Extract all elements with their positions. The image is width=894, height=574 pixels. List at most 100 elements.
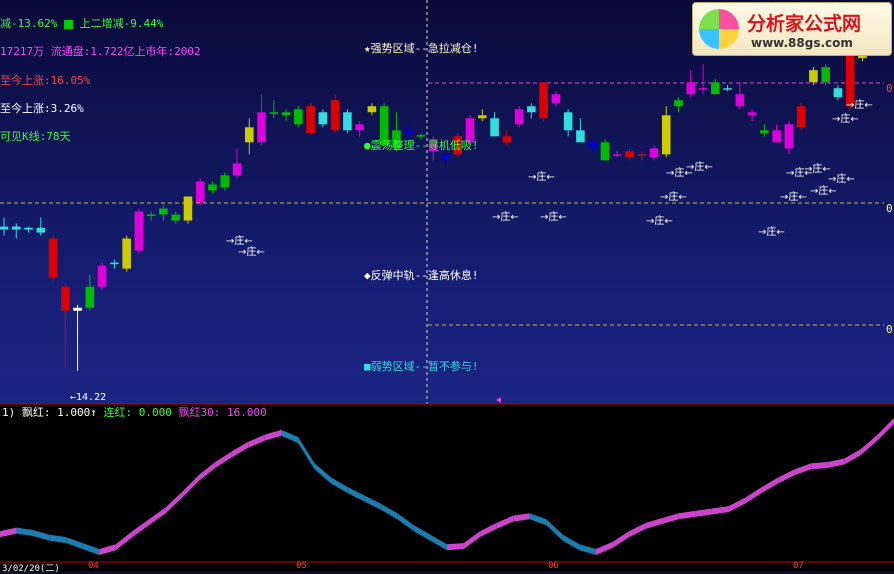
indicator-band: [397, 513, 414, 532]
zhuang-marker: →庄←: [528, 170, 555, 183]
zhuang-marker: →庄←: [686, 160, 713, 173]
indicator-band: [364, 495, 381, 510]
indicator-band: [877, 417, 894, 441]
month-label: 05: [296, 561, 307, 571]
candle-body: [563, 112, 573, 131]
candle-body: [48, 238, 58, 278]
candle-body: [698, 88, 708, 90]
candle-body: [208, 184, 217, 191]
indicator-band: [463, 531, 481, 550]
candle-body: [514, 109, 524, 125]
indicator-band: [745, 487, 762, 504]
indicator-band: [629, 522, 646, 538]
candle-body: [24, 227, 33, 230]
candle-body: [85, 286, 95, 308]
candle-body: [232, 163, 242, 176]
zhuang-marker: →庄←: [828, 172, 855, 185]
indicator-band: [347, 487, 365, 502]
zhuang-marker: →庄←: [492, 210, 519, 223]
indicator-band: [794, 463, 812, 476]
info-line-1b: 上二增减-9.44%: [64, 15, 163, 31]
indicator-band: [0, 527, 17, 538]
candle-body: [477, 115, 487, 119]
candle-body: [110, 262, 119, 265]
indicator-band: [198, 462, 216, 482]
candle-body: [146, 214, 156, 217]
site-logo: 分析家公式网 www.88gs.com: [692, 2, 892, 56]
candle-body: [134, 211, 144, 251]
zhuang-marker: →庄←: [846, 98, 873, 111]
candle-body: [318, 112, 328, 125]
indicator-band: [314, 463, 332, 484]
candle-body: [159, 208, 168, 215]
candle-body: [760, 130, 769, 134]
right-axis-label: 0: [886, 202, 893, 215]
indicator-band: [596, 541, 613, 556]
indicator-band: [480, 522, 497, 538]
candle-body: [195, 181, 205, 203]
candle-body: [61, 286, 70, 311]
candle-body: [637, 154, 647, 156]
zhuang-marker: →庄←: [238, 245, 265, 258]
indicator-band: [546, 519, 563, 541]
zhuang-marker: →庄←: [540, 210, 567, 223]
candle-body: [612, 154, 622, 156]
low-price-label: ←14.22: [70, 392, 107, 403]
candle-body: [551, 94, 561, 104]
zhuang-marker: →庄←: [832, 112, 859, 125]
indicator-band: [728, 497, 745, 513]
candle-body: [772, 130, 781, 143]
indicator-band: [612, 531, 630, 548]
indicator-band: [66, 537, 83, 550]
marker-arrow-icon: [496, 397, 501, 403]
candle-body: [343, 112, 352, 131]
candle-body: [171, 214, 180, 221]
indicator-band: [182, 475, 199, 498]
zhuang-marker: →庄←: [646, 214, 673, 227]
candle-body: [784, 124, 794, 149]
indicator-band: [16, 527, 34, 536]
indicator-band: [99, 544, 116, 556]
indicator-band: [231, 441, 249, 458]
right-axis-label: 0: [886, 323, 893, 336]
month-label: 04: [88, 561, 99, 571]
zhuang-marker: →庄←: [226, 234, 253, 247]
candle-body: [441, 154, 450, 161]
candle-body: [355, 124, 364, 131]
zhuang-marker: →庄←: [758, 225, 785, 238]
candle-body: [306, 106, 315, 134]
month-label: 07: [793, 561, 804, 571]
indicator-band: [529, 513, 547, 526]
zhuang-marker: →庄←: [804, 162, 831, 175]
zhuang-marker: →庄←: [810, 184, 837, 197]
indicator-band: [496, 515, 514, 529]
candle-body: [527, 106, 536, 113]
indicator-band: [248, 434, 265, 448]
right-axis-label: 0: [886, 82, 893, 95]
zhuang-marker: →庄←: [660, 190, 687, 203]
indicator-band: [115, 531, 133, 551]
indicator-band: [811, 462, 828, 470]
indicator-band: [562, 534, 580, 551]
zone-strong-label: ★强势区域--急拉减仓!: [364, 42, 479, 55]
indicator-band: [33, 529, 50, 541]
indicator-band: [662, 513, 679, 525]
indicator-band: [165, 491, 183, 514]
indicator-band: [711, 506, 729, 515]
zhuang-marker: →庄←: [780, 190, 807, 203]
indicator-band: [82, 543, 100, 556]
zone-weak-label: ■弱势区域--暂不参与!: [364, 360, 479, 373]
indicator-band: [844, 448, 861, 465]
info-line-5: 可见K线:78天: [0, 130, 71, 143]
zone-shake-label: ●震荡整理--寻机低吸!: [364, 139, 479, 152]
indicator-band: [447, 543, 464, 551]
info-line-2: 17217万 流通盘:1.722亿上市年:2002: [0, 45, 201, 58]
indicator-band: [579, 544, 596, 556]
candle-body: [747, 112, 757, 116]
info-line-4: 至今上涨:3.26%: [0, 102, 84, 115]
candle-body: [97, 265, 107, 287]
candle-body: [281, 112, 291, 116]
candle-body: [404, 130, 414, 134]
candle-body: [674, 100, 683, 107]
candle-body: [686, 82, 696, 95]
